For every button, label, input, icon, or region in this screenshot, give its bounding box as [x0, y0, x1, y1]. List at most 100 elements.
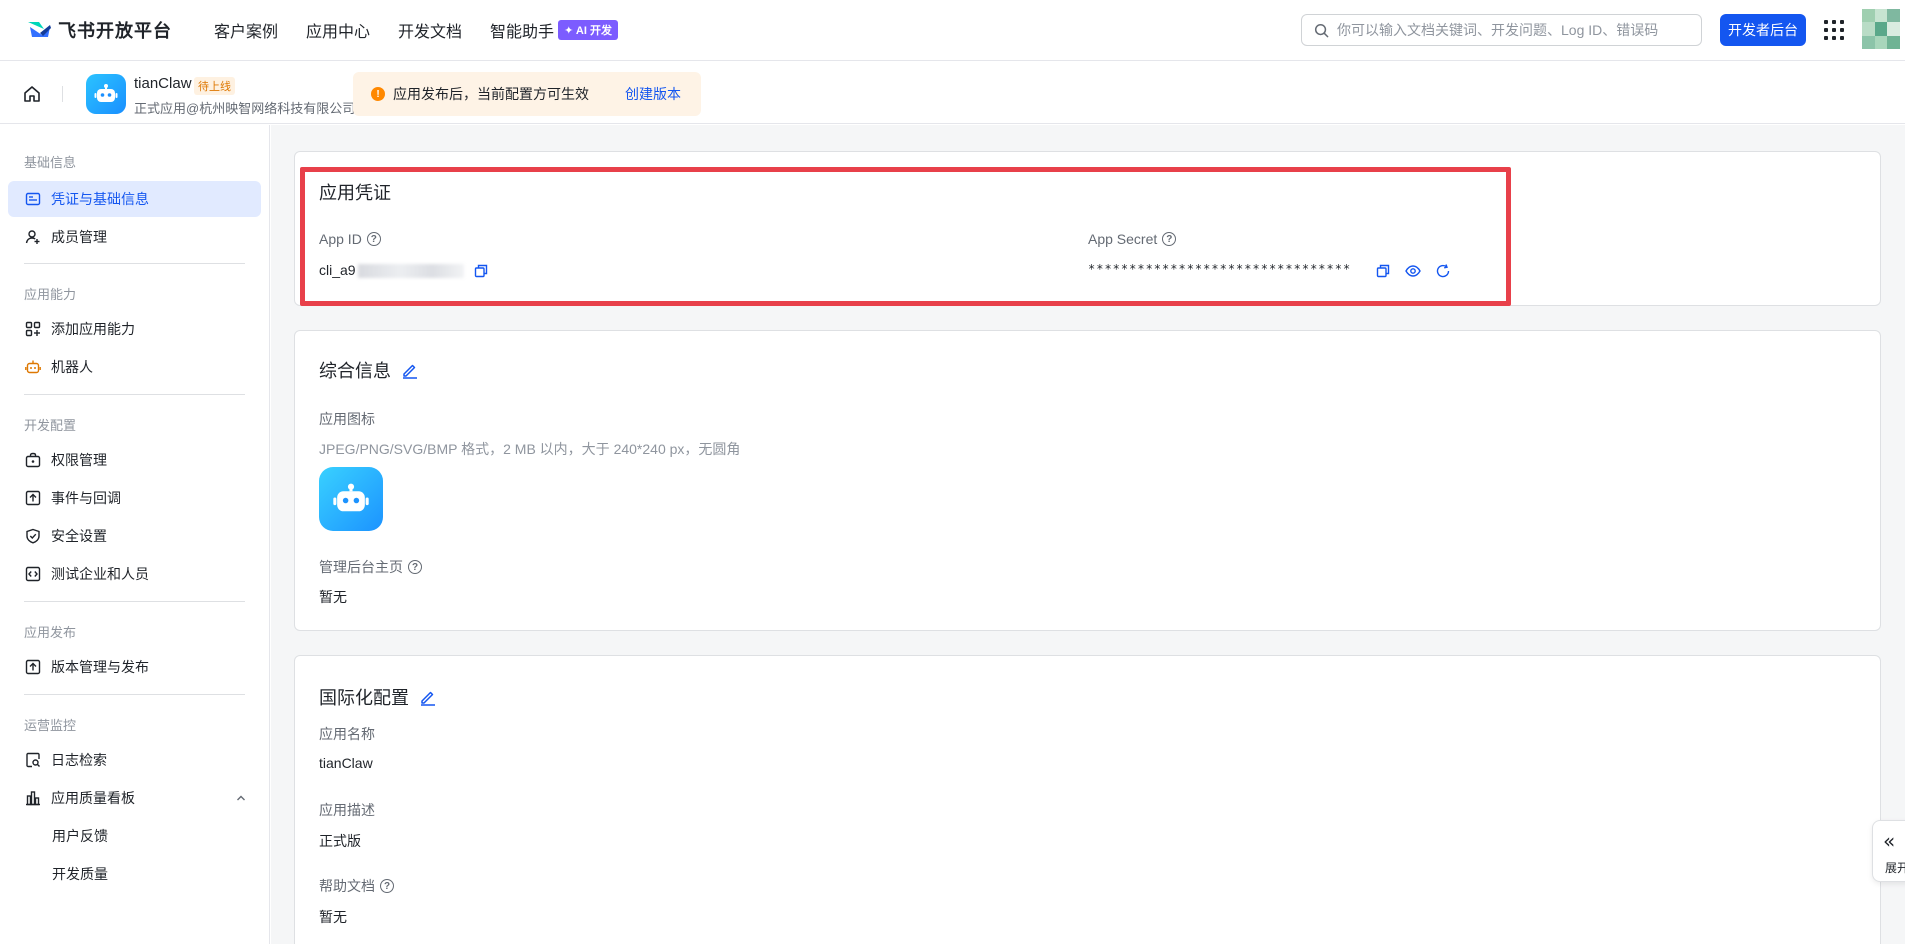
event-upload-icon: [25, 490, 41, 506]
permission-lock-icon: [25, 452, 41, 468]
help-doc-value: 暂无: [319, 909, 347, 925]
publish-notice: ! 应用发布后，当前配置方可生效 创建版本: [353, 72, 701, 116]
notice-text: 应用发布后，当前配置方可生效: [393, 86, 589, 102]
app-icon-hint: JPEG/PNG/SVG/BMP 格式，2 MB 以内，大于 240*240 p…: [319, 441, 741, 457]
ai-badge: ✦ AI 开发: [558, 20, 618, 40]
status-badge: 待上线: [194, 77, 235, 95]
sidebar-item-label: 权限管理: [51, 452, 107, 468]
search-icon: [1314, 23, 1329, 37]
code-icon: [25, 566, 41, 582]
i18n-card: 国际化配置 应用名称 tianClaw 应用描述 正式版 帮助文档 ? 暂无: [294, 655, 1881, 944]
app-header: tianClaw 待上线 正式应用@杭州映智网络科技有限公司 ! 应用发布后，当…: [0, 62, 1905, 124]
sidebar-item-versions[interactable]: 版本管理与发布: [8, 649, 261, 685]
sidebar-item-events[interactable]: 事件与回调: [8, 480, 261, 516]
section-monitoring: 运营监控: [24, 718, 77, 733]
nav-link-docs[interactable]: 开发文档: [398, 18, 462, 42]
sidebar-item-log-search[interactable]: 日志检索: [8, 742, 261, 778]
app-desc-label: 应用描述: [319, 802, 375, 818]
general-info-title: 综合信息: [319, 357, 419, 383]
expand-panel-button[interactable]: « 展开: [1872, 820, 1905, 882]
sidebar-item-label: 版本管理与发布: [51, 659, 149, 675]
apps-grid-icon[interactable]: [1824, 20, 1844, 40]
section-basic-info: 基础信息: [24, 155, 77, 170]
expand-label: 展开: [1885, 861, 1905, 875]
i18n-title-text: 国际化配置: [319, 688, 409, 708]
sidebar-item-permissions[interactable]: 权限管理: [8, 442, 261, 478]
help-icon[interactable]: ?: [408, 560, 422, 574]
developer-console-button[interactable]: 开发者后台: [1720, 14, 1806, 46]
search-box[interactable]: [1301, 14, 1702, 46]
app-name-value: tianClaw: [319, 755, 373, 771]
sidebar-item-security[interactable]: 安全设置: [8, 518, 261, 554]
app-secret-label-text: App Secret: [1088, 231, 1158, 247]
app-secret-value: ********************************: [1088, 262, 1352, 276]
help-doc-label-text: 帮助文档: [319, 878, 375, 894]
main-content: 应用凭证 App ID ? cli_a9 App Secret ? ******…: [271, 125, 1905, 944]
search-input[interactable]: [1337, 22, 1697, 38]
copy-app-id-icon[interactable]: [473, 263, 489, 279]
i18n-title: 国际化配置: [319, 684, 437, 710]
sidebar-item-quality-board[interactable]: 应用质量看板: [8, 780, 261, 816]
credentials-title: 应用凭证: [319, 183, 391, 203]
sidebar-item-credentials[interactable]: 凭证与基础信息: [8, 181, 261, 217]
user-avatar[interactable]: [1862, 9, 1900, 49]
divider: [24, 263, 245, 264]
sidebar-item-label: 机器人: [51, 359, 93, 375]
edit-icon[interactable]: [419, 688, 437, 706]
section-app-release: 应用发布: [24, 625, 77, 640]
credentials-card: 应用凭证 App ID ? cli_a9 App Secret ? ******…: [294, 151, 1881, 306]
help-icon[interactable]: ?: [366, 232, 381, 246]
app-id-text: cli_a9: [319, 262, 356, 278]
divider: [24, 694, 245, 695]
app-organization: 正式应用@杭州映智网络科技有限公司: [134, 101, 356, 116]
section-app-capabilities: 应用能力: [24, 287, 77, 302]
top-navbar: 飞书开放平台 客户案例 应用中心 开发文档 智能助手 ✦ AI 开发 开发者后台: [0, 0, 1905, 61]
sidebar-item-members[interactable]: 成员管理: [8, 219, 261, 255]
sidebar-item-label: 开发质量: [52, 866, 108, 882]
sidebar-item-add-capability[interactable]: 添加应用能力: [8, 311, 261, 347]
home-icon[interactable]: [22, 84, 42, 104]
divider: [24, 601, 245, 602]
edit-icon[interactable]: [401, 361, 419, 379]
show-secret-eye-icon[interactable]: [1405, 263, 1421, 279]
brand-logo[interactable]: 飞书开放平台: [26, 17, 172, 43]
help-icon[interactable]: ?: [1162, 232, 1177, 246]
chevron-up-icon[interactable]: [235, 792, 247, 804]
bar-chart-icon: [25, 790, 41, 806]
sidebar: 基础信息 凭证与基础信息 成员管理 应用能力 添加应用能力 机器人 开发配置 权…: [0, 125, 270, 944]
sidebar-item-label: 应用质量看板: [51, 790, 135, 806]
general-info-card: 综合信息 应用图标 JPEG/PNG/SVG/BMP 格式，2 MB 以内，大于…: [294, 330, 1881, 631]
copy-secret-icon[interactable]: [1375, 263, 1391, 279]
app-icon-label: 应用图标: [319, 411, 375, 427]
nav-link-app-center[interactable]: 应用中心: [306, 18, 370, 42]
create-version-link[interactable]: 创建版本: [625, 84, 681, 104]
brand-name: 飞书开放平台: [58, 21, 172, 41]
app-icon-upload[interactable]: [319, 467, 383, 531]
admin-home-value: 暂无: [319, 589, 347, 605]
admin-home-label: 管理后台主页 ?: [319, 557, 422, 577]
warning-icon: !: [371, 87, 385, 101]
nav-link-cases[interactable]: 客户案例: [214, 18, 278, 42]
version-upload-icon: [25, 659, 41, 675]
divider: [62, 86, 63, 102]
app-secret-label: App Secret ?: [1088, 231, 1177, 247]
sidebar-item-user-feedback[interactable]: 用户反馈: [8, 818, 261, 854]
bot-icon: [25, 359, 41, 375]
shield-icon: [25, 528, 41, 544]
app-icon: [86, 74, 126, 114]
sidebar-item-label: 添加应用能力: [51, 321, 135, 337]
sidebar-item-test-tenants[interactable]: 测试企业和人员: [8, 556, 261, 592]
nav-link-assistant[interactable]: 智能助手 ✦ AI 开发: [490, 18, 618, 42]
topnav-links: 客户案例 应用中心 开发文档 智能助手 ✦ AI 开发: [214, 18, 646, 42]
app-desc-value: 正式版: [319, 833, 361, 849]
sidebar-item-dev-quality[interactable]: 开发质量: [8, 856, 261, 892]
admin-home-label-text: 管理后台主页: [319, 559, 403, 575]
id-card-icon: [25, 191, 41, 207]
sidebar-item-bot[interactable]: 机器人: [8, 349, 261, 385]
help-icon[interactable]: ?: [380, 879, 394, 893]
reset-secret-icon[interactable]: [1435, 263, 1451, 279]
feishu-logo-icon: [28, 22, 51, 37]
robot-icon: [94, 84, 118, 102]
help-doc-label: 帮助文档 ?: [319, 876, 394, 896]
add-widget-icon: [25, 321, 41, 337]
